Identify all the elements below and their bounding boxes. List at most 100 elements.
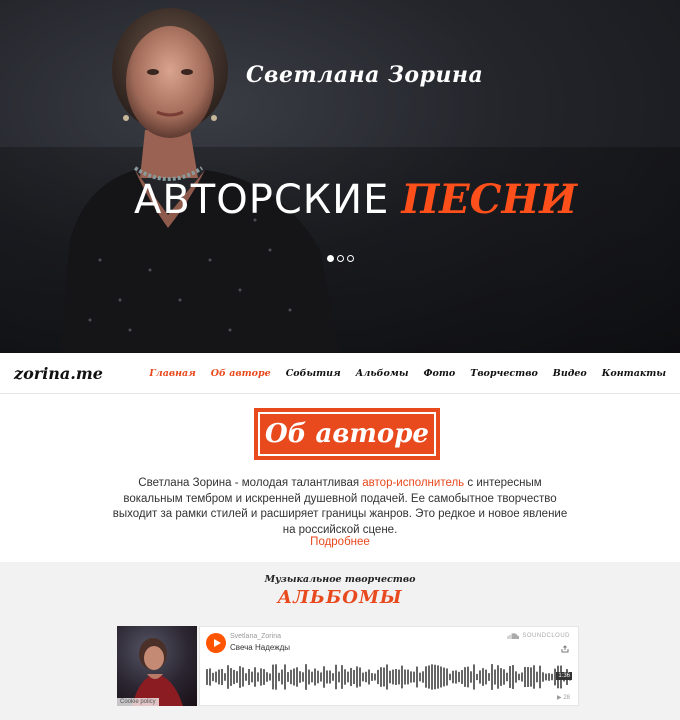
waveform-bar [302, 672, 304, 682]
waveform-bar [242, 667, 244, 687]
waveform-bar [467, 666, 469, 688]
soundcloud-cloud-icon [507, 633, 520, 639]
waveform-bar [413, 671, 415, 683]
waveform-bar [470, 671, 472, 683]
waveform-bar [515, 671, 517, 683]
waveform-bar [344, 669, 346, 685]
about-title: Об авторе [258, 412, 436, 456]
nav-item-video[interactable]: Видео [553, 368, 587, 379]
waveform-bar [389, 670, 391, 684]
waveform-bar [476, 673, 478, 681]
waveform-bar [263, 669, 265, 685]
waveform-bar [347, 671, 349, 683]
waveform-bar [227, 665, 229, 689]
nav-item-photo[interactable]: Фото [424, 368, 456, 379]
about-section: Об авторе Светлана Зорина - молодая тала… [0, 394, 680, 562]
slider-dot-3[interactable] [347, 255, 354, 262]
waveform-bar [257, 672, 259, 682]
waveform-bar [215, 671, 217, 683]
cookie-policy-tag[interactable]: Cookie policy [117, 698, 159, 706]
waveform-bar [434, 664, 436, 690]
waveform-bar [404, 669, 406, 685]
play-button[interactable] [206, 633, 226, 653]
waveform-bar [542, 672, 544, 682]
nav-item-albums[interactable]: Альбомы [356, 368, 409, 379]
slider-dot-2[interactable] [337, 255, 344, 262]
soundcloud-logo[interactable]: SOUNDCLOUD [507, 633, 570, 639]
albums-subtitle: Музыкальное творчество [264, 574, 416, 585]
album-cover-art [132, 638, 183, 706]
slider-dot-1[interactable] [327, 255, 334, 262]
waveform-bar [218, 669, 220, 685]
nav-item-home[interactable]: Главная [149, 368, 196, 379]
albums-section: Музыкальное творчество АЛЬБОМЫ Cookie po… [0, 562, 680, 720]
waveform-bar [335, 664, 337, 690]
waveform-bar [392, 669, 394, 685]
waveform-bar [386, 664, 388, 690]
waveform-bar [284, 664, 286, 690]
play-count: ▶ 28 [557, 695, 570, 701]
waveform-bar [359, 667, 361, 687]
about-author-link[interactable]: автор-исполнитель [362, 477, 464, 489]
soundcloud-brand-label: SOUNDCLOUD [522, 633, 570, 639]
nav-item-events[interactable]: События [286, 368, 341, 379]
hero-artist-name: Светлана Зорина [246, 62, 484, 88]
waveform-bar [224, 673, 226, 681]
waveform-bar [491, 664, 493, 690]
waveform-bar [473, 664, 475, 690]
waveform-bar [311, 671, 313, 683]
waveform-bar [521, 672, 523, 682]
waveform-bar [527, 667, 529, 687]
hero-headline-accent: ПЕСНИ [401, 176, 578, 223]
waveform-bar [290, 669, 292, 685]
waveform[interactable] [206, 661, 572, 693]
site-logo[interactable]: zorina.me [14, 364, 103, 383]
waveform-bar [443, 667, 445, 687]
waveform-bar [332, 673, 334, 681]
share-icon[interactable] [561, 645, 569, 653]
waveform-bar [368, 669, 370, 685]
waveform-bar [545, 673, 547, 681]
waveform-bar [305, 664, 307, 690]
waveform-bar [269, 673, 271, 681]
waveform-bar [272, 664, 274, 690]
waveform-bar [350, 667, 352, 687]
waveform-bar [251, 671, 253, 683]
hero-headline: АВТОРСКИЕ ПЕСНИ [134, 176, 577, 223]
waveform-bar [425, 666, 427, 688]
waveform-bar [233, 669, 235, 685]
waveform-bar [464, 667, 466, 687]
waveform-bar [362, 672, 364, 682]
waveform-bar [317, 670, 319, 684]
waveform-bar [431, 664, 433, 690]
hero-slider: Светлана Зорина АВТОРСКИЕ ПЕСНИ [0, 0, 680, 353]
waveform-bar [419, 672, 421, 682]
waveform-bar [320, 672, 322, 682]
read-more-link[interactable]: Подробнее [0, 536, 680, 548]
waveform-bar [512, 665, 514, 689]
main-menu: Главная Об авторе События Альбомы Фото Т… [149, 368, 666, 379]
waveform-bar [326, 670, 328, 684]
waveform-bar [506, 672, 508, 682]
waveform-bar [212, 672, 214, 682]
waveform-bar [206, 669, 208, 685]
waveform-bar [230, 668, 232, 686]
waveform-bar [488, 673, 490, 681]
waveform-bar [452, 670, 454, 684]
nav-item-creativity[interactable]: Творчество [470, 368, 538, 379]
soundcloud-player: Svetlana_Zorina Свеча Надежды SOUNDCLOUD… [199, 626, 579, 706]
waveform-bar [485, 669, 487, 685]
nav-item-about[interactable]: Об авторе [211, 368, 271, 379]
track-user[interactable]: Svetlana_Zorina [230, 633, 281, 640]
album-cover[interactable]: Cookie policy [117, 626, 197, 706]
waveform-bar [518, 673, 520, 681]
waveform-bar [254, 667, 256, 687]
track-title[interactable]: Свеча Надежды [230, 643, 290, 652]
waveform-bar [446, 668, 448, 686]
waveform-bar [494, 669, 496, 685]
waveform-bar [458, 671, 460, 683]
nav-item-contacts[interactable]: Контакты [602, 368, 666, 379]
waveform-bar [509, 666, 511, 688]
waveform-bar [248, 669, 250, 685]
track-duration: 1:36 [556, 672, 572, 680]
